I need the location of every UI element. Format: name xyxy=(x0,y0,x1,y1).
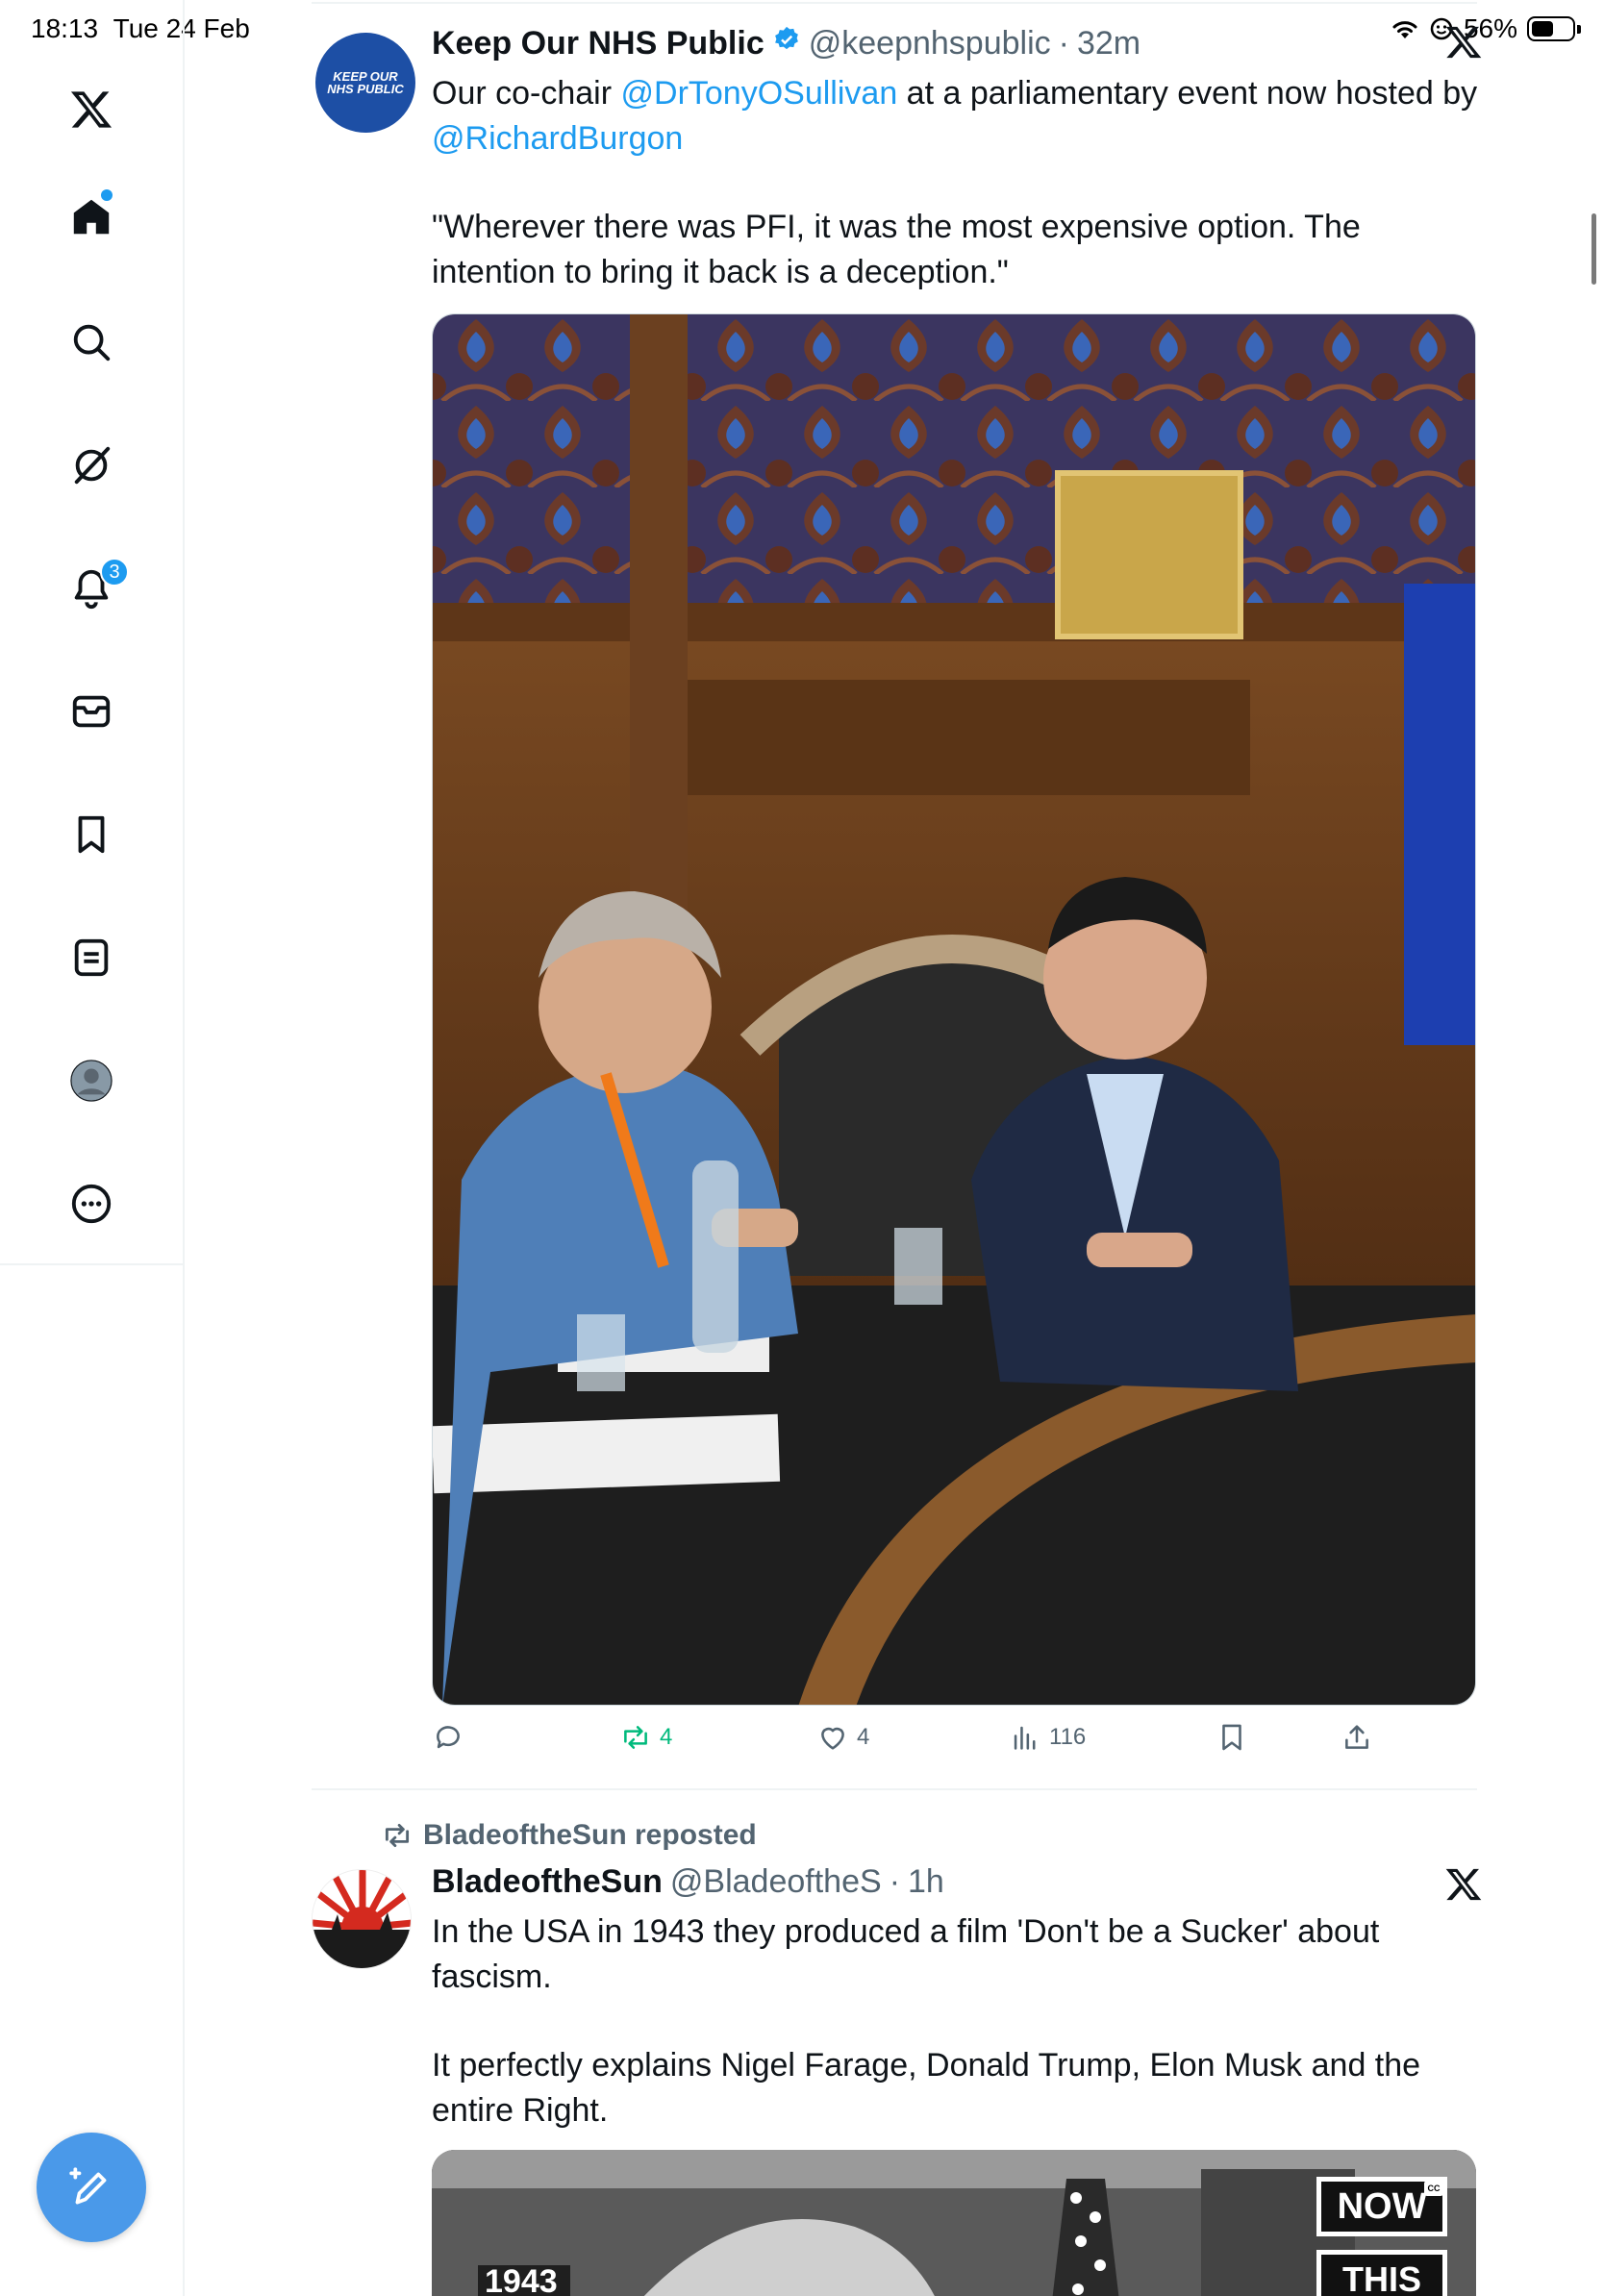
verified-badge-icon xyxy=(774,26,798,50)
author-name[interactable]: BladeoftheSun xyxy=(432,1863,663,1901)
lists-icon[interactable] xyxy=(63,929,120,986)
closed-captions-icon: CC xyxy=(1424,2181,1443,2196)
views-icon xyxy=(1014,1726,1036,1750)
tweet-header: BladeoftheSun @BladeoftheS · 1h xyxy=(432,1863,944,1901)
sidebar: 3 xyxy=(0,0,185,2296)
like-count: 4 xyxy=(857,1724,870,1750)
tweet-divider xyxy=(312,1788,1477,1790)
sidebar-divider xyxy=(0,1263,185,1265)
messages-icon[interactable] xyxy=(63,683,120,740)
scrollbar[interactable] xyxy=(1591,213,1596,285)
tweet-text: Our co-chair @DrTonyOSullivan at a parli… xyxy=(432,71,1480,295)
video-year-label: 1943 xyxy=(485,2263,558,2296)
tweet-time[interactable]: 1h xyxy=(908,1863,944,1901)
mention-link[interactable]: @RichardBurgon xyxy=(432,120,683,157)
grok-icon[interactable] xyxy=(63,437,120,494)
repost-icon xyxy=(385,1823,410,1848)
more-icon[interactable] xyxy=(63,1175,120,1233)
battery-icon xyxy=(1527,16,1581,41)
tweet-time[interactable]: 32m xyxy=(1077,25,1140,62)
views-count: 116 xyxy=(1049,1724,1087,1750)
repost-icon xyxy=(624,1726,647,1749)
author-name[interactable]: Keep Our NHS Public xyxy=(432,25,764,62)
avatar-logo-text: KEEP OUR NHS PUBLIC xyxy=(327,69,404,96)
separator-dot: · xyxy=(889,1863,901,1900)
bookmark-button[interactable] xyxy=(1216,1721,1248,1754)
heart-icon xyxy=(821,1727,844,1750)
battery-fill xyxy=(1532,21,1554,37)
avatar-rising-sun-image xyxy=(313,1870,411,1968)
repost-count: 4 xyxy=(660,1724,673,1750)
share-button[interactable] xyxy=(1341,1721,1373,1754)
tweet-photo[interactable] xyxy=(432,313,1476,1706)
timeline: KEEP OUR NHS PUBLIC Keep Our NHS Public @… xyxy=(312,0,1482,2296)
repost-context[interactable]: BladeoftheSun reposted xyxy=(381,1819,757,1852)
home-unread-dot xyxy=(101,189,113,201)
separator-dot: · xyxy=(1058,25,1069,62)
share-icon xyxy=(1345,1725,1368,1749)
notifications-badge: 3 xyxy=(100,558,129,586)
compose-icon xyxy=(69,2167,107,2205)
tweet-actions: 4 4 116 xyxy=(432,1721,1384,1763)
top-divider xyxy=(312,2,1477,4)
search-icon[interactable] xyxy=(63,313,120,371)
reply-icon xyxy=(437,1726,460,1749)
bookmarks-icon[interactable] xyxy=(63,806,120,863)
tweet-paragraph: In the USA in 1943 they produced a film … xyxy=(432,1913,1380,1995)
reply-button[interactable] xyxy=(432,1721,472,1754)
avatar[interactable]: KEEP OUR NHS PUBLIC xyxy=(315,33,415,133)
bookmark-icon xyxy=(1222,1724,1241,1751)
repost-button[interactable]: 4 xyxy=(619,1721,672,1754)
photo-parliament-event xyxy=(433,314,1475,1705)
tweet-quote: "Wherever there was PFI, it was the most… xyxy=(432,209,1361,290)
tweet-paragraph: It perfectly explains Nigel Farage, Dona… xyxy=(432,2047,1421,2129)
x-close-icon[interactable] xyxy=(1444,1865,1483,1904)
x-logo-icon[interactable] xyxy=(63,81,120,138)
tweet-video[interactable]: 1943 NOW THIS CC xyxy=(432,2150,1476,2296)
avatar[interactable] xyxy=(312,1869,412,1969)
mention-link[interactable]: @DrTonyOSullivan xyxy=(621,75,898,112)
x-close-icon[interactable] xyxy=(1444,23,1483,62)
tweet-header: Keep Our NHS Public @keepnhspublic · 32m xyxy=(432,25,1140,62)
views-button[interactable]: 116 xyxy=(1009,1721,1086,1754)
author-handle[interactable]: @keepnhspublic xyxy=(809,25,1051,62)
tweet-text: In the USA in 1943 they produced a film … xyxy=(432,1909,1480,2134)
repost-label: BladeoftheSun reposted xyxy=(423,1819,757,1851)
profile-icon[interactable] xyxy=(63,1052,120,1110)
like-button[interactable]: 4 xyxy=(816,1721,869,1754)
author-handle[interactable]: @BladeoftheS xyxy=(670,1863,882,1901)
video-badge-this: THIS xyxy=(1316,2250,1447,2296)
compose-button[interactable] xyxy=(37,2133,146,2242)
